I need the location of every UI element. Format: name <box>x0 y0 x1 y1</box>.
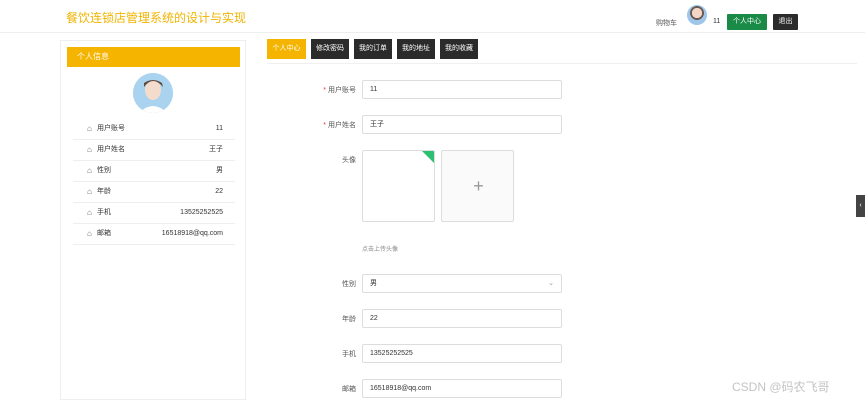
email-field[interactable]: 16518918@qq.com <box>362 379 562 398</box>
info-value: 男 <box>216 167 223 174</box>
info-label: 手机 <box>97 209 111 216</box>
avatar[interactable] <box>687 5 707 25</box>
info-label: 用户姓名 <box>97 146 125 153</box>
personal-center-button[interactable]: 个人中心 <box>727 14 767 30</box>
info-value: 王子 <box>209 146 223 153</box>
name-label: * 用户姓名 <box>323 122 356 129</box>
avatar-label: 头像 <box>342 157 356 164</box>
account-label: * 用户账号 <box>323 87 356 94</box>
home-icon: ⌂ <box>87 187 92 196</box>
home-icon: ⌂ <box>87 145 92 154</box>
cart-link[interactable]: 购物车 <box>656 18 677 28</box>
tab-my-favorites[interactable]: 我的收藏 <box>440 39 478 59</box>
uploaded-corner-badge <box>421 151 434 164</box>
tab-personal-center[interactable]: 个人中心 <box>267 39 306 59</box>
gender-select[interactable]: 男 ⌄ <box>362 274 562 293</box>
phone-field[interactable]: 13525252525 <box>362 344 562 363</box>
avatar-upload-button[interactable]: + <box>441 150 514 222</box>
info-row-gender: ⌂ 性别 男 <box>73 161 235 182</box>
plus-icon: + <box>473 176 484 196</box>
info-label: 邮箱 <box>97 230 111 237</box>
top-bar: 餐饮连锁店管理系统的设计与实现 购物车 11 个人中心 退出 <box>0 0 865 33</box>
home-icon: ⌂ <box>87 166 92 175</box>
chevron-down-icon: ⌄ <box>548 280 554 287</box>
info-row-email: ⌂ 邮箱 16518918@qq.com <box>73 224 235 245</box>
info-value: 16518918@qq.com <box>161 230 223 237</box>
info-list: ⌂ 用户账号 11 ⌂ 用户姓名 王子 ⌂ 性别 男 ⌂ 年龄 22 ⌂ 手机 … <box>73 119 235 245</box>
home-icon: ⌂ <box>87 124 92 133</box>
home-icon: ⌂ <box>87 229 92 238</box>
home-icon: ⌂ <box>87 208 92 217</box>
phone-label: 手机 <box>342 351 356 358</box>
gender-label: 性别 <box>342 281 356 288</box>
info-label: 性别 <box>97 167 111 174</box>
personal-info-panel: 个人信息 ⌂ 用户账号 11 ⌂ 用户姓名 王子 ⌂ 性别 男 ⌂ 年龄 22 <box>60 40 246 400</box>
info-row-account: ⌂ 用户账号 11 <box>73 119 235 140</box>
info-row-phone: ⌂ 手机 13525252525 <box>73 203 235 224</box>
info-label: 用户账号 <box>97 125 125 132</box>
side-collapse-handle[interactable]: ‹ <box>856 195 865 217</box>
info-value: 11 <box>215 125 223 132</box>
panel-heading: 个人信息 <box>67 47 240 67</box>
info-value: 13525252525 <box>180 209 223 216</box>
upload-hint: 点击上传头像 <box>362 247 399 253</box>
age-label: 年龄 <box>342 316 356 323</box>
name-field[interactable]: 王子 <box>362 115 562 134</box>
logout-button[interactable]: 退出 <box>773 14 798 30</box>
user-id-text: 11 <box>713 18 721 25</box>
tab-my-orders[interactable]: 我的订单 <box>354 39 392 59</box>
tab-my-address[interactable]: 我的地址 <box>397 39 435 59</box>
tab-change-password[interactable]: 修改密码 <box>311 39 349 59</box>
email-label: 邮箱 <box>342 386 356 393</box>
age-field[interactable]: 22 <box>362 309 562 328</box>
avatar-preview[interactable] <box>362 150 435 222</box>
info-label: 年龄 <box>97 188 111 195</box>
info-row-name: ⌂ 用户姓名 王子 <box>73 140 235 161</box>
info-row-age: ⌂ 年龄 22 <box>73 182 235 203</box>
profile-avatar <box>133 73 173 113</box>
site-title: 餐饮连锁店管理系统的设计与实现 <box>66 11 247 25</box>
info-value: 22 <box>215 188 223 195</box>
watermark: CSDN @码农飞哥 <box>732 380 830 394</box>
account-field[interactable]: 11 <box>362 80 562 99</box>
tab-divider <box>267 63 857 64</box>
gender-value: 男 <box>370 280 377 287</box>
